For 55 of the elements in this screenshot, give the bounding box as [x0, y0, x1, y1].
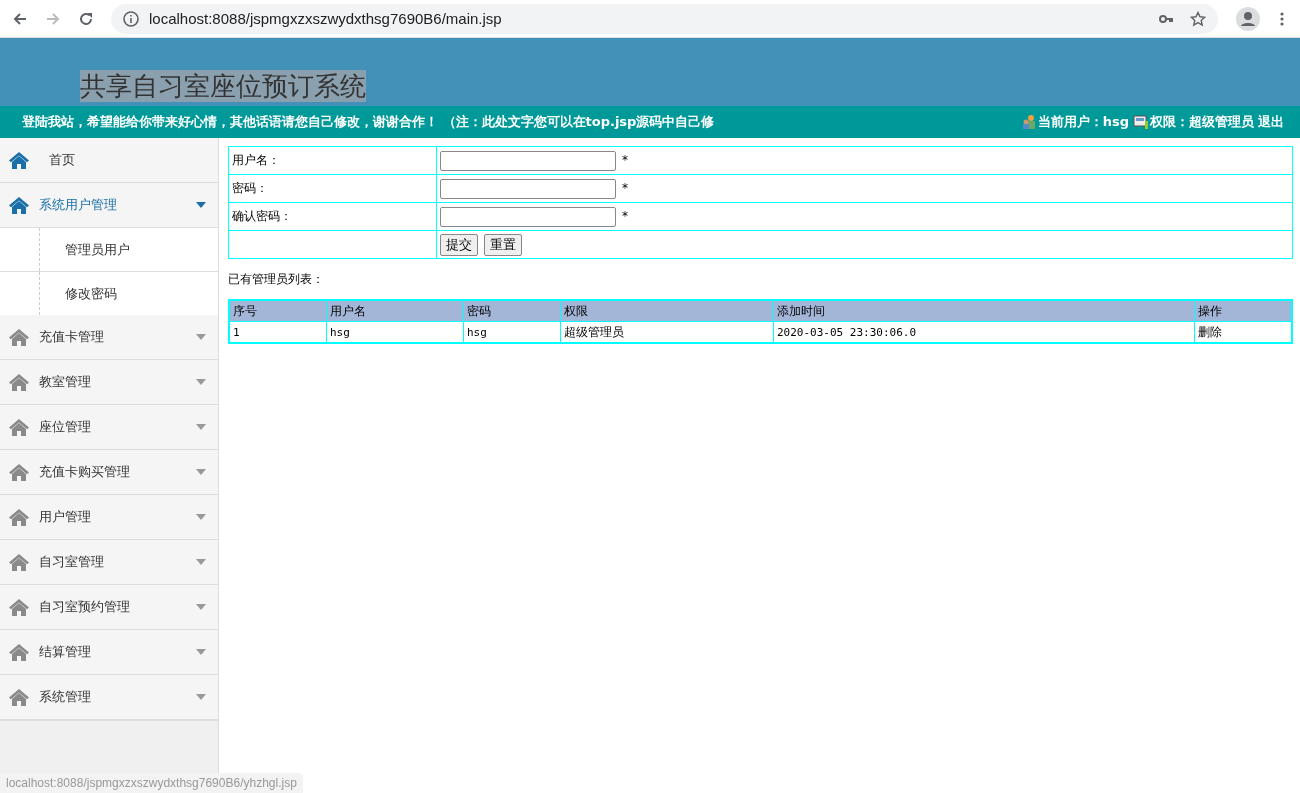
- house-icon: [8, 688, 30, 706]
- house-icon: [8, 418, 30, 436]
- input-field[interactable]: [440, 178, 616, 199]
- id-card-icon: [1133, 114, 1149, 130]
- form-label: 确认密码：: [228, 202, 437, 231]
- house-icon: [8, 463, 30, 481]
- input-field[interactable]: [440, 206, 616, 227]
- users-icon: [1020, 114, 1037, 130]
- site-title: 共享自习室座位预订系统: [80, 70, 366, 102]
- form-button[interactable]: 提交: [440, 233, 478, 256]
- list-title: 已有管理员列表：: [228, 271, 325, 288]
- address-bar[interactable]: localhost:8088/jspmgxzxszwydxthsg7690B6/main.jsp: [111, 3, 1218, 34]
- house-icon: [8, 553, 30, 571]
- caret-icon: [196, 559, 206, 565]
- required-mark: *: [622, 181, 628, 195]
- caret-icon: [196, 604, 206, 610]
- input-field[interactable]: [440, 150, 616, 171]
- caret-icon: [196, 514, 206, 520]
- marquee-text: 登陆我站，希望能给你带来好心情，其他话语请您自己修改，谢谢合作！ （注：此处文字您可以在top.jsp源码中自己修: [22, 113, 715, 131]
- info-icon[interactable]: [123, 10, 139, 27]
- status-url-tooltip: localhost:8088/jspmgxzxszwydxthsg7690B6/yhzhgl.jsp: [0, 773, 303, 793]
- form-button[interactable]: 重置: [484, 233, 522, 256]
- column-header: 序号: [229, 300, 327, 322]
- url-text: localhost:8088/jspmgxzxszwydxthsg7690B6/main.jsp: [149, 10, 502, 27]
- menu-icon[interactable]: [1280, 10, 1284, 27]
- caret-icon: [196, 649, 206, 655]
- house-icon: [8, 196, 30, 214]
- required-mark: *: [622, 209, 628, 223]
- column-header: 操作: [1194, 300, 1292, 322]
- form-label: 密码：: [228, 174, 437, 203]
- reload-icon[interactable]: [78, 10, 94, 27]
- permission-text: 权限：超级管理员: [1150, 113, 1254, 131]
- caret-icon: [196, 202, 206, 208]
- column-header: 添加时间: [773, 300, 1195, 322]
- column-header: 密码: [463, 300, 561, 322]
- column-header: 权限: [560, 300, 774, 322]
- caret-icon: [196, 424, 206, 430]
- caret-icon: [196, 379, 206, 385]
- back-arrow-icon[interactable]: [12, 10, 28, 27]
- required-mark: *: [622, 153, 628, 167]
- house-icon: [8, 598, 30, 616]
- house-icon: [8, 508, 30, 526]
- current-user-text: 当前用户：hsg: [1037, 113, 1129, 131]
- house-icon: [8, 373, 30, 391]
- star-icon[interactable]: [1190, 10, 1206, 27]
- caret-icon: [196, 694, 206, 700]
- house-icon: [8, 328, 30, 346]
- profile-avatar-icon[interactable]: [1236, 6, 1260, 31]
- caret-icon: [196, 469, 206, 475]
- house-icon: [8, 643, 30, 661]
- submenu-item[interactable]: 管理员用户: [0, 228, 218, 272]
- house-icon: [8, 151, 30, 169]
- form-label: 用户名：: [228, 146, 437, 175]
- column-header: 用户名: [326, 300, 464, 322]
- caret-icon: [196, 334, 206, 340]
